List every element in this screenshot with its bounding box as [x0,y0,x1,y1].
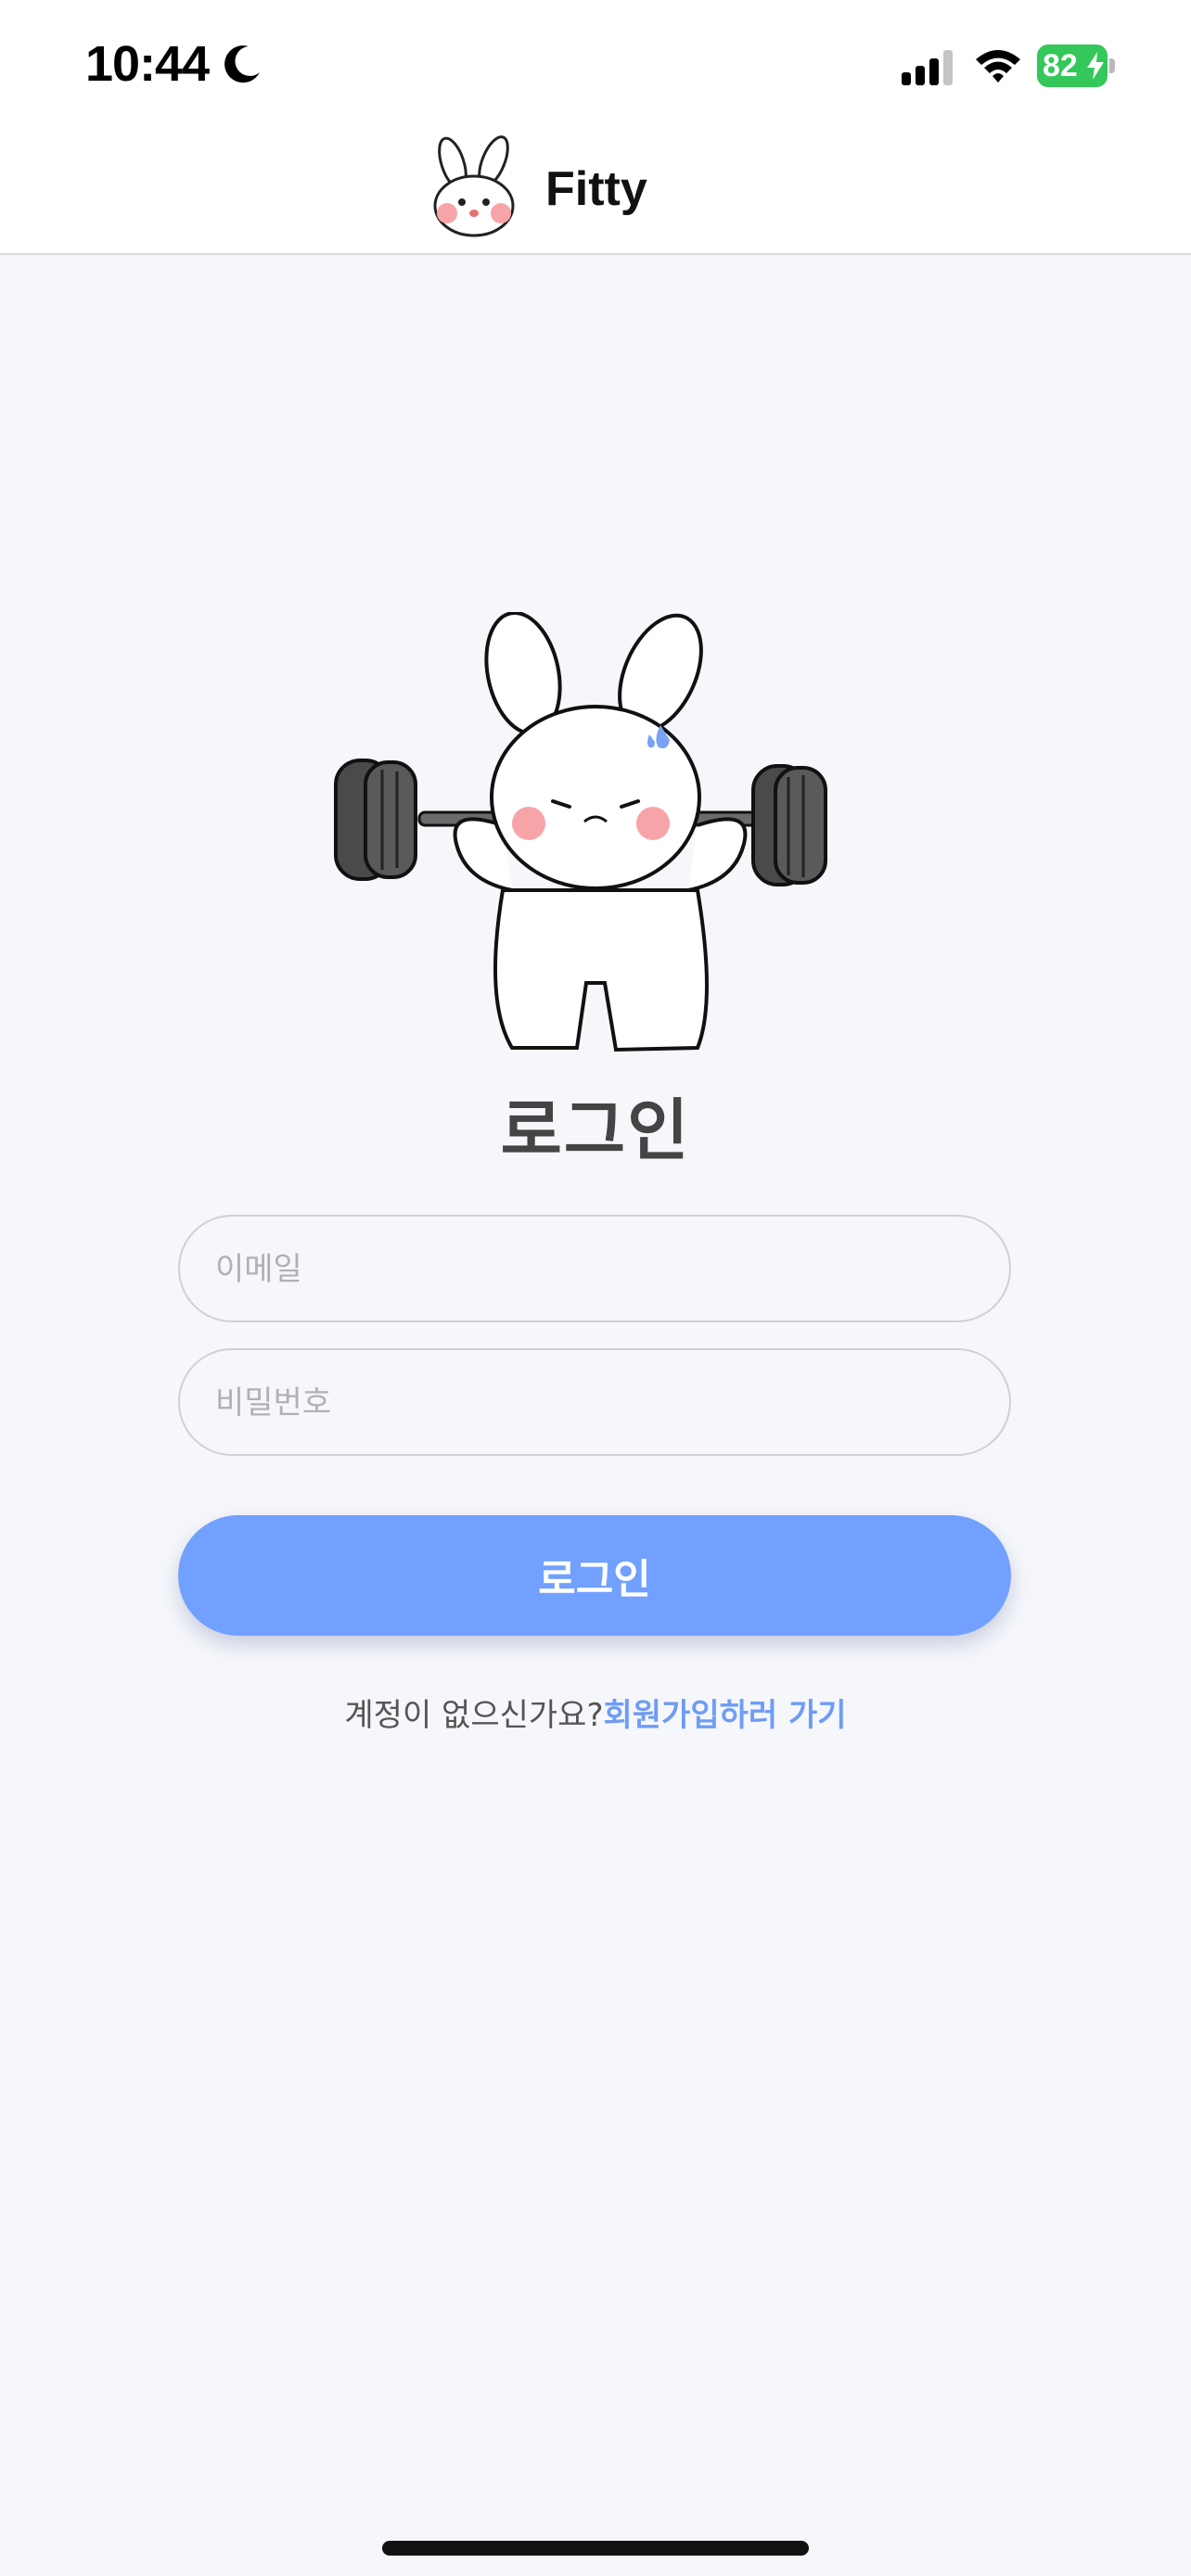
email-field-container [178,1215,1011,1322]
bunny-logo-icon [433,135,515,237]
charging-bolt-icon [1087,52,1104,80]
battery-tip [1109,58,1115,73]
signup-row: 계정이 없으신가요?회원가입하러 가기 [0,1690,1191,1735]
home-indicator[interactable] [382,2541,809,2556]
cellular-signal-icon [902,50,953,85]
signup-prompt: 계정이 없으신가요? [344,1697,604,1734]
login-title: 로그인 [500,1094,691,1168]
battery-icon: 82 [1037,45,1115,87]
signup-link[interactable]: 회원가입하러 가기 [604,1697,847,1734]
app-title: Fitty [545,162,647,216]
password-field[interactable] [213,1350,978,1456]
email-field[interactable] [213,1217,978,1322]
password-field-container [178,1348,1011,1456]
moon-icon [224,45,260,83]
status-bar: 10:44 82 [0,0,1191,130]
app-header: Fitty [0,130,1191,255]
status-time: 10:44 [85,36,210,92]
bunny-lifting-barbell-icon [334,612,827,1052]
battery-level: 82 [1043,48,1078,83]
wifi-icon [976,50,1020,83]
login-button[interactable]: 로그인 [178,1515,1011,1636]
